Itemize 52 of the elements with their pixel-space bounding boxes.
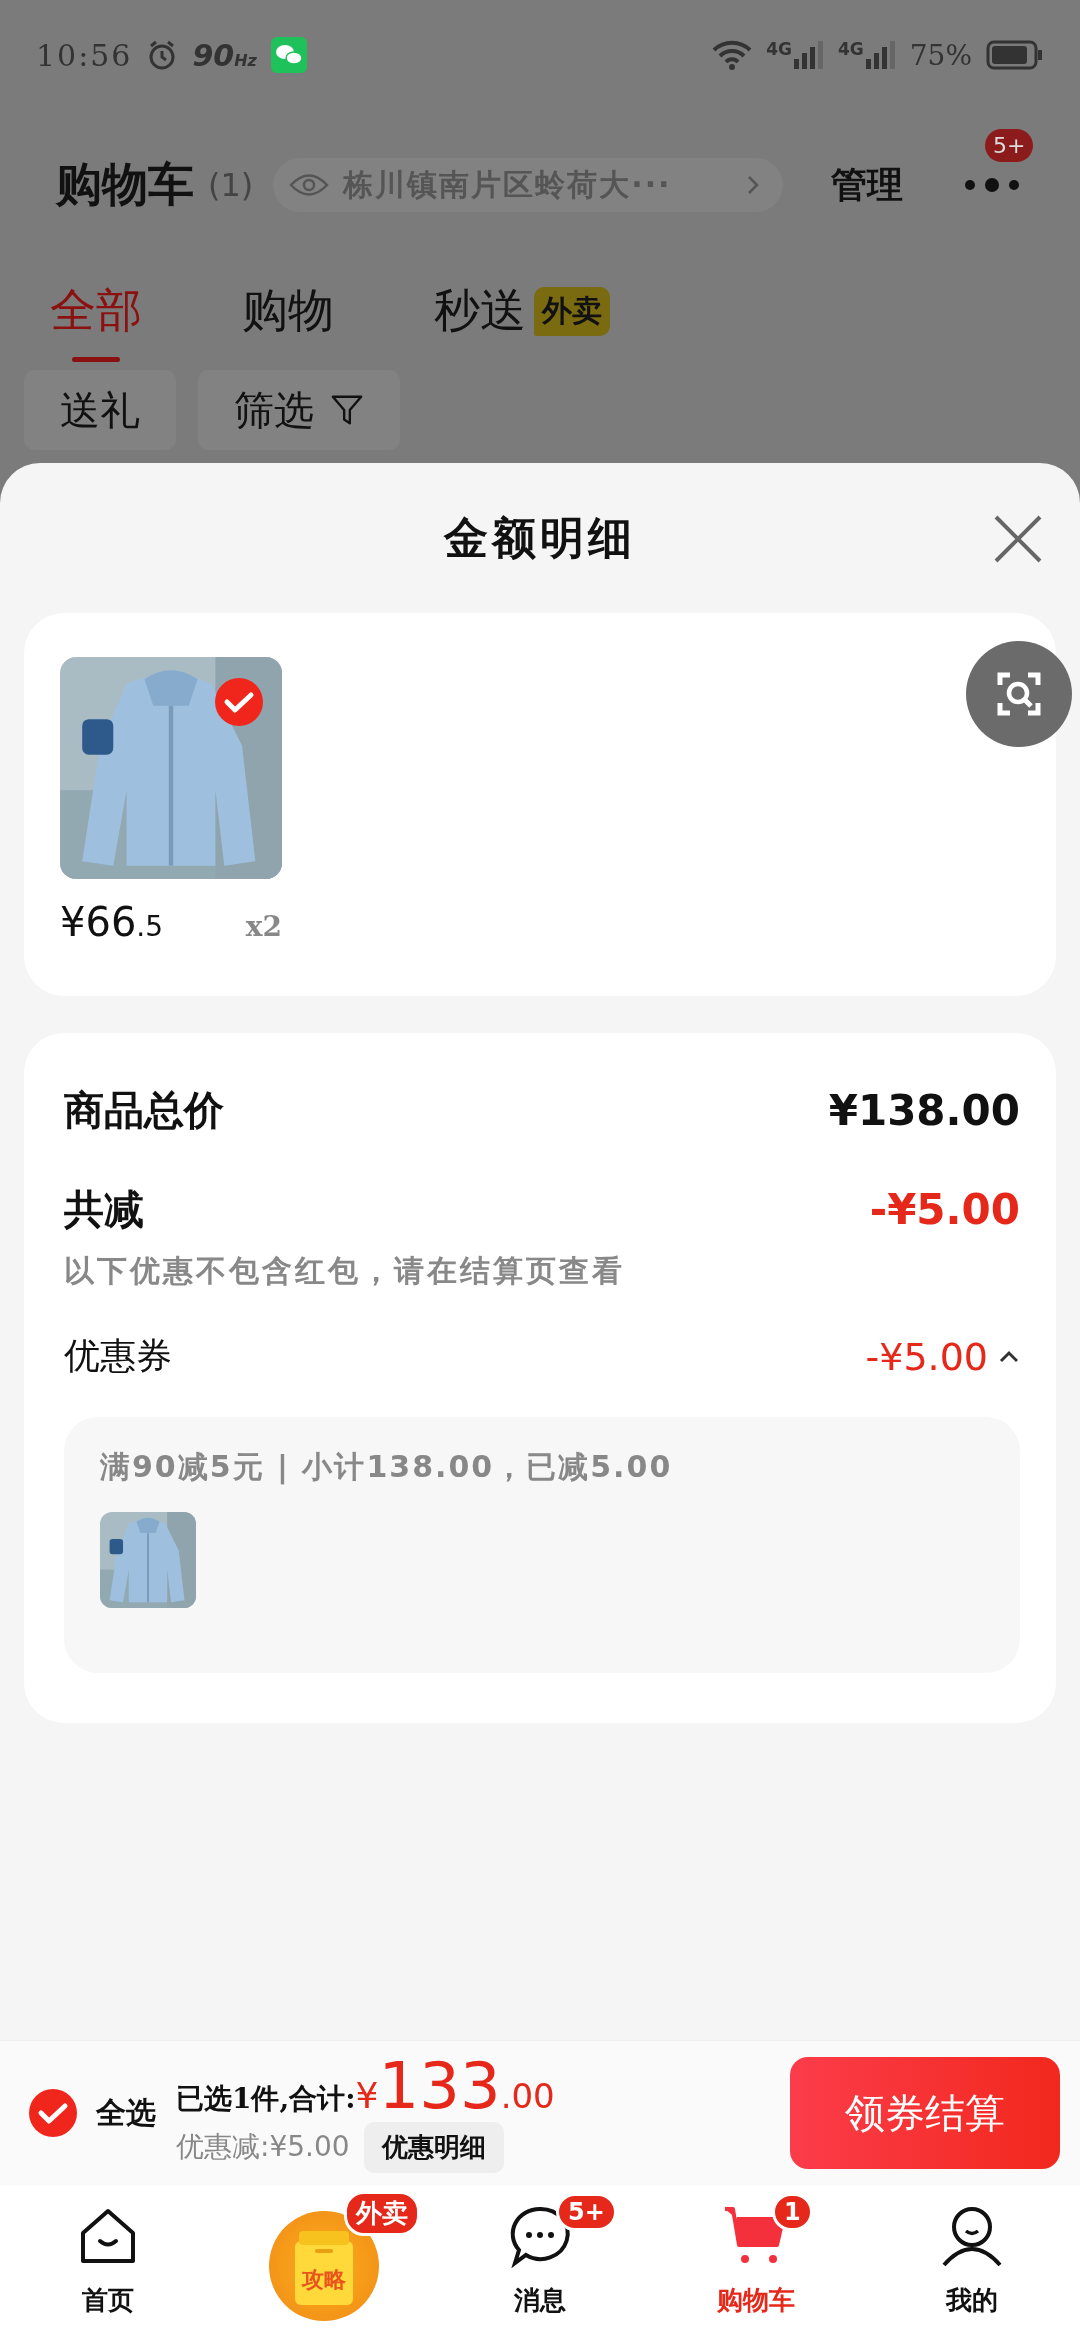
battery-level: 75% [909,38,972,72]
tab[interactable]: 秒送 外卖 [434,268,610,362]
sheet-title: 金额明细 [444,510,636,565]
discount-details-button[interactable]: 优惠明细 [363,2121,504,2173]
total-decimal: .00 [500,2075,555,2116]
item-count: (1) [208,166,254,204]
scan-search-button[interactable] [966,641,1072,747]
network-type: 4G [837,39,864,59]
nav-tab[interactable]: 消息 5+ [432,2189,648,2322]
close-button[interactable] [992,513,1044,565]
coupon-rule: 满90减5元 | 小计138.00，已减5.00 [100,1448,674,1487]
manage-button[interactable]: 管理 [831,160,904,210]
discount-label: 共减 [64,1184,144,1234]
signal-icon [793,39,824,71]
item-price: ¥66.5 [60,899,164,945]
clock-time: 10:56 [36,37,133,73]
item-quantity: x2 [245,910,282,943]
total-label: 商品总价 [64,1085,224,1135]
checkout-button[interactable]: 领券结算 [790,2057,1060,2169]
battery-icon [986,40,1044,70]
network-type: 4G [766,39,792,59]
page-title: 购物车 [56,156,194,213]
selected-summary: 已选1件,合计: [176,2080,356,2117]
discount-amount: -¥5.00 [869,1185,1020,1234]
nav-tab[interactable]: 购物车 1 [648,2189,864,2322]
chevron-right-icon [747,175,760,195]
nav-tab[interactable]: 首页 [0,2189,216,2322]
total-price: 133 [378,2053,501,2118]
nav-tab[interactable]: 我的 [864,2189,1080,2322]
notification-badge: 5+ [984,129,1034,162]
eye-icon [289,172,330,198]
close-icon [992,513,1044,565]
currency-symbol: ¥ [355,2074,379,2116]
signal-icon [865,39,896,71]
tab[interactable]: 全部 [50,268,142,362]
coupon-label: 优惠券 [64,1334,172,1378]
filter-chip[interactable]: 筛选 [198,370,400,450]
nav-badge: 5+ [556,2193,617,2231]
coupon-toggle[interactable]: -¥5.00 [865,1334,1020,1379]
chat-app-icon [270,37,307,73]
nav-badge: 1 [772,2193,813,2231]
tab[interactable]: 购物 [242,268,334,362]
select-all-toggle[interactable]: 全选 [28,2088,156,2138]
item-checkbox[interactable] [214,677,264,727]
wifi-icon [712,39,753,71]
total-amount: ¥138.00 [828,1086,1020,1135]
discount-note: 以下优惠不包含红包，请在结算页查看 [64,1252,626,1290]
discount-text: 优惠减:¥5.00 [176,2129,350,2165]
funnel-icon [330,393,364,427]
filter-chip[interactable]: 送礼 [24,370,176,450]
tab-tag: 外卖 [534,286,610,336]
checkbox[interactable] [28,2088,78,2138]
